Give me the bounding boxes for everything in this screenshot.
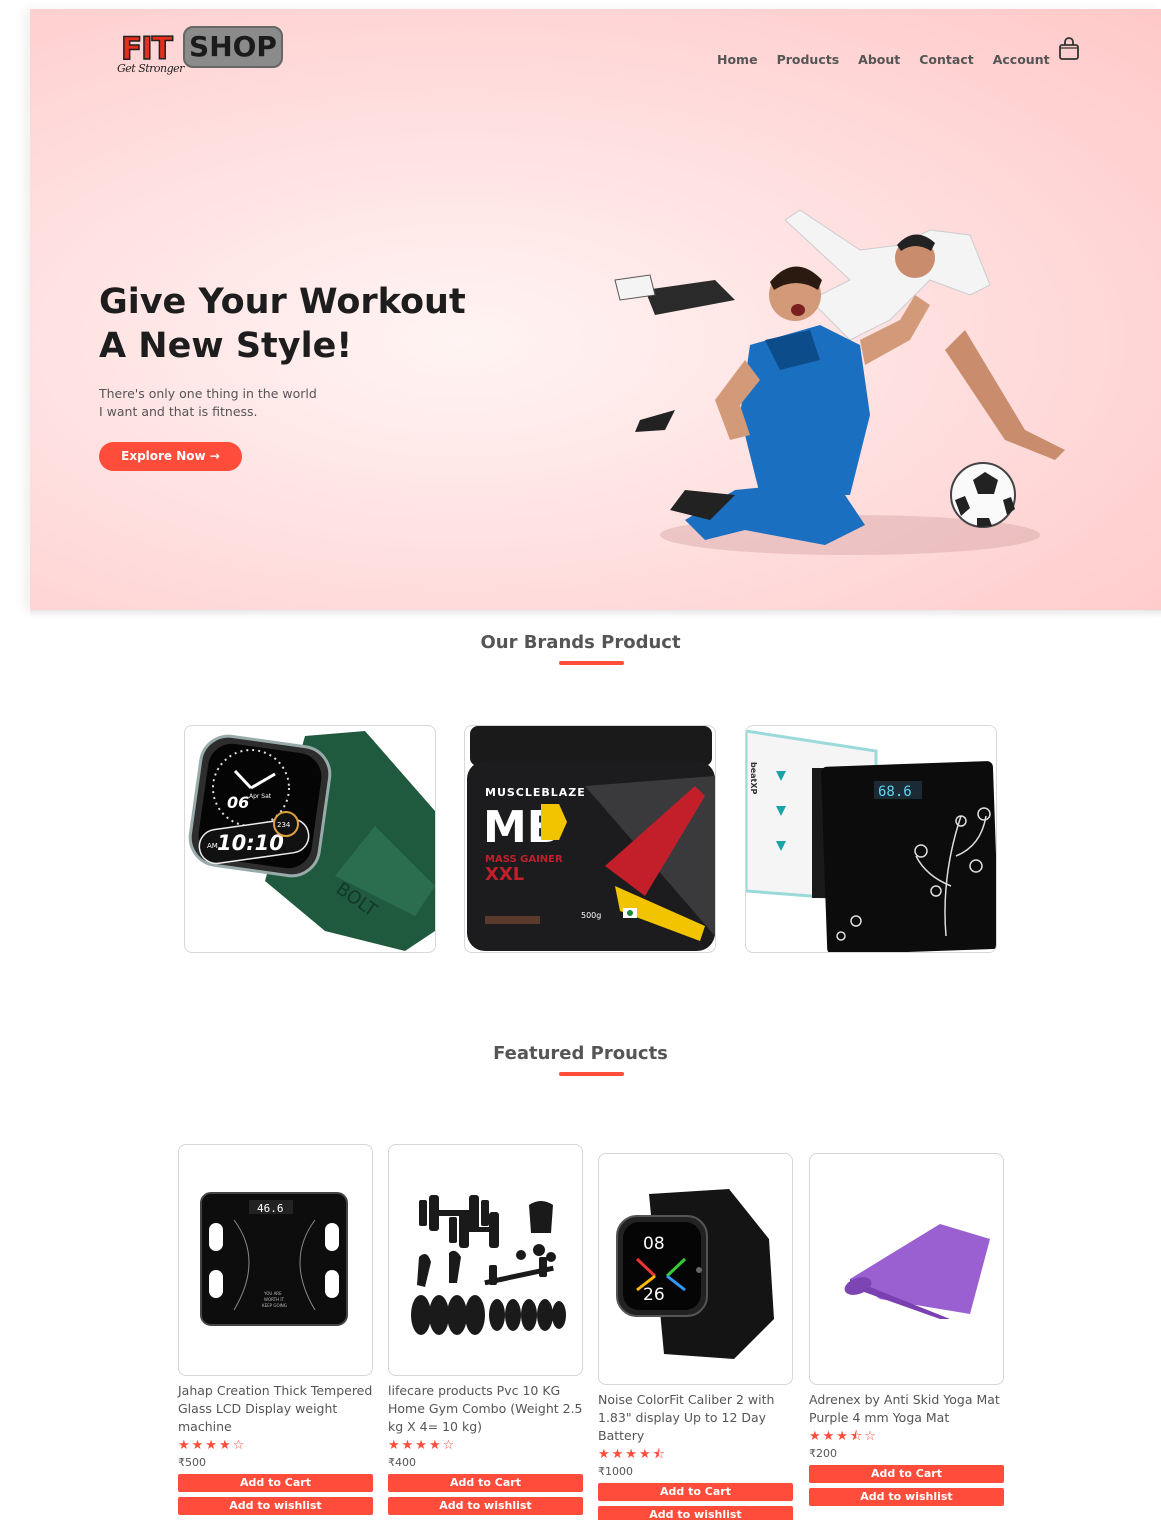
scale-text-2: WORTH IT bbox=[264, 1297, 284, 1302]
product-name[interactable]: Noise ColorFit Caliber 2 with 1.83" disp… bbox=[598, 1391, 794, 1445]
add-to-wishlist-button[interactable]: Add to wishlist bbox=[388, 1497, 583, 1515]
logo-shop-text: SHOP bbox=[183, 26, 283, 68]
supplement-weight: 500g bbox=[581, 911, 601, 920]
site-logo[interactable]: FIT SHOP Get Stronger bbox=[117, 26, 285, 78]
product-price: ₹500 bbox=[178, 1456, 206, 1469]
product-info-smartwatch: Noise ColorFit Caliber 2 with 1.83" disp… bbox=[598, 1391, 798, 1520]
hero-divider bbox=[30, 610, 1161, 618]
add-to-cart-button[interactable]: Add to Cart bbox=[598, 1483, 793, 1501]
featured-title-underline bbox=[559, 1072, 624, 1076]
brands-section-title: Our Brands Product bbox=[480, 632, 681, 653]
product-card-home-gym[interactable] bbox=[388, 1144, 583, 1376]
add-to-cart-button[interactable]: Add to Cart bbox=[178, 1474, 373, 1492]
product-rating-stars: ★★★★☆ bbox=[178, 1438, 247, 1453]
yoga-mat-image bbox=[844, 1224, 990, 1319]
product-rating-stars: ★★★⯪☆ bbox=[809, 1429, 878, 1444]
product-info-weight-machine: Jahap Creation Thick Tempered Glass LCD … bbox=[178, 1382, 378, 1515]
product-price: ₹1000 bbox=[598, 1465, 633, 1478]
product-name[interactable]: lifecare products Pvc 10 KG Home Gym Com… bbox=[388, 1382, 584, 1436]
weight-machine-image: 46.6 YOU ARE WORTH IT KEEP GOING bbox=[200, 1192, 348, 1326]
nav-home[interactable]: Home bbox=[717, 52, 758, 68]
add-to-cart-button[interactable]: Add to Cart bbox=[388, 1474, 583, 1492]
nav-account[interactable]: Account bbox=[993, 52, 1050, 68]
product-card-smartwatch[interactable]: 08 26 bbox=[598, 1153, 793, 1385]
add-to-wishlist-button[interactable]: Add to wishlist bbox=[598, 1506, 793, 1520]
watch-day: Apr Sat bbox=[249, 793, 272, 800]
hero-sub-line1: There's only one thing in the world bbox=[99, 386, 317, 401]
product-name[interactable]: Jahap Creation Thick Tempered Glass LCD … bbox=[178, 1382, 374, 1436]
scale-reading: 68.6 bbox=[878, 784, 912, 800]
scale-text-3: KEEP GOING bbox=[262, 1303, 287, 1308]
home-gym-combo-image bbox=[411, 1195, 566, 1335]
football-players-image bbox=[614, 209, 1065, 555]
product-screen: 46.6 bbox=[257, 1202, 284, 1215]
noise-smartwatch-image: 08 26 bbox=[616, 1189, 774, 1359]
hero-title-line2: A New Style! bbox=[99, 326, 353, 366]
nav-about[interactable]: About bbox=[858, 52, 900, 68]
smartwatch-image: 06 Apr Sat AM 10:10 234 BOLT bbox=[188, 731, 435, 951]
mass-gainer-image: MUSCLEBLAZE MB MASS GAINER XXL 500g bbox=[467, 726, 715, 951]
product-price: ₹400 bbox=[388, 1456, 416, 1469]
nav-contact[interactable]: Contact bbox=[919, 52, 973, 68]
add-to-cart-button[interactable]: Add to Cart bbox=[809, 1465, 1004, 1483]
main-nav: Home Products About Contact Account bbox=[717, 52, 1069, 68]
scale-text-1: YOU ARE bbox=[263, 1291, 282, 1296]
supplement-brand: MUSCLEBLAZE bbox=[485, 786, 586, 799]
hero-title-line1: Give Your Workout bbox=[99, 282, 466, 322]
shopping-bag-icon[interactable] bbox=[1058, 37, 1080, 61]
product-rating-stars: ★★★★☆ bbox=[388, 1438, 457, 1453]
watch-hour: 08 bbox=[643, 1234, 665, 1254]
brands-title-underline bbox=[559, 661, 624, 665]
nav-products[interactable]: Products bbox=[777, 52, 840, 68]
hero-subtitle: There's only one thing in the world I wa… bbox=[99, 385, 317, 421]
brand-card-smartwatch[interactable]: 06 Apr Sat AM 10:10 234 BOLT bbox=[184, 725, 436, 953]
product-card-yoga-mat[interactable] bbox=[809, 1153, 1004, 1385]
brand-card-weighing-scale[interactable]: beatXP 68.6 bbox=[745, 725, 997, 953]
weighing-scale-image: beatXP 68.6 bbox=[746, 729, 996, 952]
hero-sub-line2: I want and that is fitness. bbox=[99, 404, 258, 419]
add-to-wishlist-button[interactable]: Add to wishlist bbox=[809, 1488, 1004, 1506]
product-info-home-gym: lifecare products Pvc 10 KG Home Gym Com… bbox=[388, 1382, 588, 1515]
featured-section-title: Featured Proucts bbox=[493, 1043, 668, 1064]
product-price: ₹200 bbox=[809, 1447, 837, 1460]
watch-date: 06 bbox=[227, 793, 249, 812]
logo-tagline: Get Stronger bbox=[117, 62, 184, 75]
product-info-yoga-mat: Adrenex by Anti Skid Yoga Mat Purple 4 m… bbox=[809, 1391, 1009, 1506]
hero-title: Give Your Workout A New Style! bbox=[99, 280, 519, 368]
add-to-wishlist-button[interactable]: Add to wishlist bbox=[178, 1497, 373, 1515]
product-rating-stars: ★★★★⯪ bbox=[598, 1447, 667, 1462]
product-card-weight-machine[interactable]: 46.6 YOU ARE WORTH IT KEEP GOING bbox=[178, 1144, 373, 1376]
explore-now-button[interactable]: Explore Now → bbox=[99, 442, 242, 471]
watch-steps: 234 bbox=[277, 821, 291, 829]
scale-brand: beatXP bbox=[749, 762, 758, 795]
watch-time: 10:10 bbox=[217, 831, 284, 855]
watch-minute: 26 bbox=[643, 1285, 665, 1305]
brand-card-mass-gainer[interactable]: MUSCLEBLAZE MB MASS GAINER XXL 500g bbox=[464, 725, 716, 953]
supplement-line2: XXL bbox=[485, 864, 524, 885]
product-name[interactable]: Adrenex by Anti Skid Yoga Mat Purple 4 m… bbox=[809, 1391, 1005, 1427]
